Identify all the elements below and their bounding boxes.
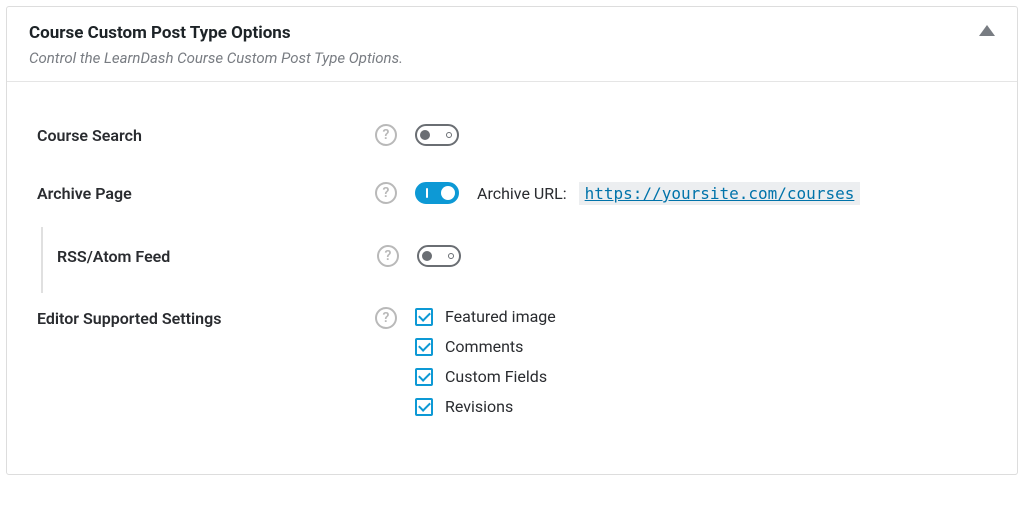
checkbox-item-custom-fields: Custom Fields [415, 367, 556, 386]
archive-url-label: Archive URL: [477, 184, 567, 203]
editor-supported-options: Featured image Comments Custom Fields Re… [415, 307, 556, 416]
checkbox-label: Custom Fields [445, 367, 547, 386]
help-icon[interactable]: ? [377, 245, 399, 267]
checkbox-label: Revisions [445, 397, 513, 416]
archive-url-wrap: Archive URL: https://yoursite.com/course… [477, 182, 860, 205]
course-search-toggle[interactable] [415, 124, 459, 146]
archive-page-toggle[interactable] [415, 182, 459, 204]
checkbox-comments[interactable] [415, 338, 433, 356]
field-course-search: Course Search ? [37, 110, 987, 168]
help-icon[interactable]: ? [375, 182, 397, 204]
settings-panel: Course Custom Post Type Options Control … [6, 6, 1018, 475]
archive-page-label: Archive Page [37, 182, 375, 203]
help-icon[interactable]: ? [375, 124, 397, 146]
panel-header: Course Custom Post Type Options Control … [7, 7, 1017, 82]
course-search-label: Course Search [37, 124, 375, 145]
checkbox-revisions[interactable] [415, 398, 433, 416]
field-rss-feed: RSS/Atom Feed ? [41, 227, 987, 293]
archive-url-link[interactable]: https://yoursite.com/courses [579, 182, 861, 205]
field-archive-page: Archive Page ? Archive URL: https://your… [37, 168, 987, 227]
checkbox-label: Featured image [445, 307, 556, 326]
checkbox-featured-image[interactable] [415, 308, 433, 326]
rss-feed-label: RSS/Atom Feed [57, 245, 377, 266]
field-editor-supported: Editor Supported Settings ? Featured ima… [37, 293, 987, 438]
panel-subtitle: Control the LearnDash Course Custom Post… [29, 49, 995, 67]
panel-title: Course Custom Post Type Options [29, 23, 995, 43]
rss-feed-toggle[interactable] [417, 245, 461, 267]
editor-supported-label: Editor Supported Settings [37, 307, 375, 328]
checkbox-item-featured-image: Featured image [415, 307, 556, 326]
panel-body: Course Search ? Archive Page ? Archive U… [7, 82, 1017, 474]
help-icon[interactable]: ? [375, 307, 397, 329]
collapse-icon[interactable] [979, 25, 995, 36]
checkbox-label: Comments [445, 337, 523, 356]
checkbox-item-comments: Comments [415, 337, 556, 356]
checkbox-item-revisions: Revisions [415, 397, 556, 416]
checkbox-custom-fields[interactable] [415, 368, 433, 386]
